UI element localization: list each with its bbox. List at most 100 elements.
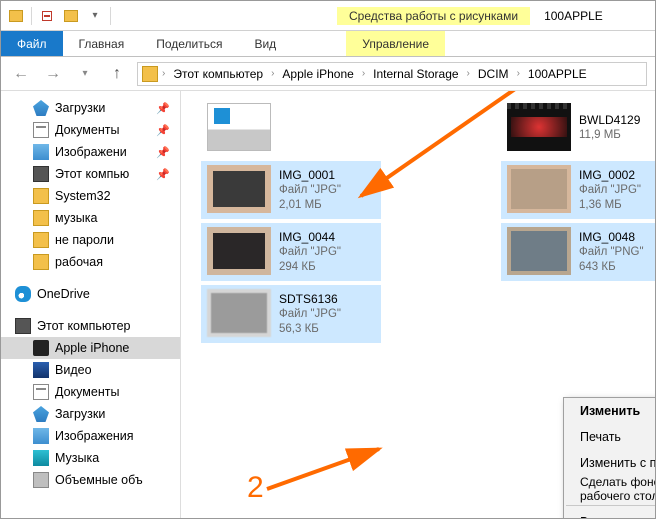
breadcrumb-seg[interactable]: Этот компьютер	[169, 67, 267, 81]
navigation-tree: Загрузки📌Документы📌Изображени📌Этот компь…	[1, 91, 181, 518]
docs-icon	[33, 122, 49, 138]
thumbnail	[207, 165, 271, 213]
thumbnail	[207, 103, 271, 151]
file-item[interactable]: BWLD4129 11,9 МБ	[501, 99, 655, 157]
video-icon	[33, 362, 49, 378]
tree-item-label: Документы	[55, 123, 119, 137]
file-item[interactable]: SDTS6136 Файл "JPG" 56,3 КБ	[201, 285, 381, 343]
tree-item[interactable]: Объемные объ	[1, 469, 180, 491]
tree-item-label: рабочая	[55, 255, 103, 269]
separator	[31, 7, 32, 25]
tree-item[interactable]: System32	[1, 185, 180, 207]
tab-view[interactable]: Вид	[238, 31, 292, 56]
tree-item-label: Загрузки	[55, 407, 105, 421]
phone-icon	[33, 340, 49, 356]
tree-item-label: Изображения	[55, 429, 134, 443]
separator	[110, 7, 111, 25]
tab-share[interactable]: Поделиться	[140, 31, 238, 56]
pin-icon: 📌	[156, 146, 170, 159]
tree-item[interactable]: OneDrive	[1, 283, 180, 305]
folder-icon	[7, 7, 25, 25]
breadcrumb-seg[interactable]: 100APPLE	[524, 67, 591, 81]
file-name: IMG_0002	[579, 168, 641, 183]
tree-item[interactable]: Видео	[1, 359, 180, 381]
thumbnail	[507, 103, 571, 151]
nav-recent-button[interactable]: ▾	[73, 62, 97, 86]
overflow-icon[interactable]: ▾	[86, 7, 104, 25]
breadcrumb-seg[interactable]: DCIM	[474, 67, 513, 81]
tree-item[interactable]: Apple iPhone	[1, 337, 180, 359]
tree-item[interactable]: рабочая	[1, 251, 180, 273]
thumbnail	[507, 227, 571, 275]
qa-icon	[33, 406, 49, 422]
folder-icon	[33, 188, 49, 204]
tree-item-label: Видео	[55, 363, 92, 377]
tree-item[interactable]: Загрузки📌	[1, 97, 180, 119]
thumbnail	[207, 289, 271, 337]
thumbnail	[507, 165, 571, 213]
tree-item-label: Загрузки	[55, 101, 105, 115]
breadcrumb-seg[interactable]: Internal Storage	[369, 67, 462, 81]
pc-icon	[15, 318, 31, 334]
tree-item[interactable]: не пароли	[1, 229, 180, 251]
chevron-right-icon[interactable]: ›	[360, 68, 367, 79]
file-item[interactable]: IMG_0044 Файл "JPG" 294 КБ	[201, 223, 381, 281]
folder-icon	[33, 232, 49, 248]
tree-item[interactable]: Этот компьютер	[1, 315, 180, 337]
context-menu-print[interactable]: Печать	[564, 424, 655, 450]
folder-qat-icon[interactable]	[62, 7, 80, 25]
tree-item[interactable]: Изображения	[1, 425, 180, 447]
separator	[566, 505, 655, 506]
docs-icon	[33, 384, 49, 400]
file-type: Файл "JPG"	[279, 307, 341, 321]
file-item[interactable]	[201, 99, 381, 157]
chevron-right-icon[interactable]: ›	[160, 68, 167, 79]
file-name: IMG_0001	[279, 168, 341, 183]
tree-item-label: Объемные объ	[55, 473, 143, 487]
disk-icon	[33, 472, 49, 488]
file-size: 2,01 МБ	[279, 198, 341, 212]
tree-item[interactable]: Этот компью 📌	[1, 163, 180, 185]
folder-icon	[33, 254, 49, 270]
tree-item[interactable]: Изображени📌	[1, 141, 180, 163]
properties-qat-icon[interactable]	[38, 7, 56, 25]
folder-icon	[142, 66, 158, 82]
tree-item-label: музыка	[55, 211, 97, 225]
chevron-right-icon[interactable]: ›	[515, 68, 522, 79]
tab-file[interactable]: Файл	[1, 31, 63, 56]
file-name: IMG_0044	[279, 230, 341, 245]
context-menu-cut[interactable]: Вырезать	[564, 509, 655, 518]
file-item[interactable]: IMG_0001 Файл "JPG" 2,01 МБ	[201, 161, 381, 219]
file-type: Файл "PNG"	[579, 245, 644, 259]
chevron-right-icon[interactable]: ›	[465, 68, 472, 79]
folder-icon	[33, 210, 49, 226]
tree-item[interactable]: музыка	[1, 207, 180, 229]
tree-item[interactable]: Загрузки	[1, 403, 180, 425]
tree-item[interactable]: Документы	[1, 381, 180, 403]
context-menu-wallpaper[interactable]: Сделать фоновым изображением рабочего ст…	[564, 476, 655, 502]
nav-up-button[interactable]: ↑	[105, 62, 129, 86]
file-type: Файл "JPG"	[279, 245, 341, 259]
tree-item-label: Этот компью	[55, 167, 129, 181]
context-menu: Изменить Печать Изменить с помощью Paint…	[563, 397, 655, 518]
tree-item-label: не пароли	[55, 233, 114, 247]
tree-item[interactable]: Музыка	[1, 447, 180, 469]
context-menu-paint3d[interactable]: Изменить с помощью Paint 3D	[564, 450, 655, 476]
nav-back-button[interactable]: ←	[9, 62, 33, 86]
breadcrumb[interactable]: › Этот компьютер › Apple iPhone › Intern…	[137, 62, 647, 86]
file-size: 1,36 МБ	[579, 198, 641, 212]
tab-home[interactable]: Главная	[63, 31, 141, 56]
tab-manage[interactable]: Управление	[346, 31, 445, 56]
img-icon	[33, 428, 49, 444]
file-type: Файл "JPG"	[579, 183, 641, 197]
context-menu-edit[interactable]: Изменить	[564, 398, 655, 424]
breadcrumb-seg[interactable]: Apple iPhone	[278, 67, 357, 81]
chevron-right-icon[interactable]: ›	[269, 68, 276, 79]
file-type: Файл "JPG"	[279, 183, 341, 197]
tree-item-label: OneDrive	[37, 287, 90, 301]
file-item[interactable]: IMG_0048 Файл "PNG" 643 КБ	[501, 223, 655, 281]
file-size: 56,3 КБ	[279, 322, 341, 336]
file-item[interactable]: IMG_0002 Файл "JPG" 1,36 МБ	[501, 161, 655, 219]
pin-icon: 📌	[156, 168, 170, 181]
tree-item[interactable]: Документы📌	[1, 119, 180, 141]
